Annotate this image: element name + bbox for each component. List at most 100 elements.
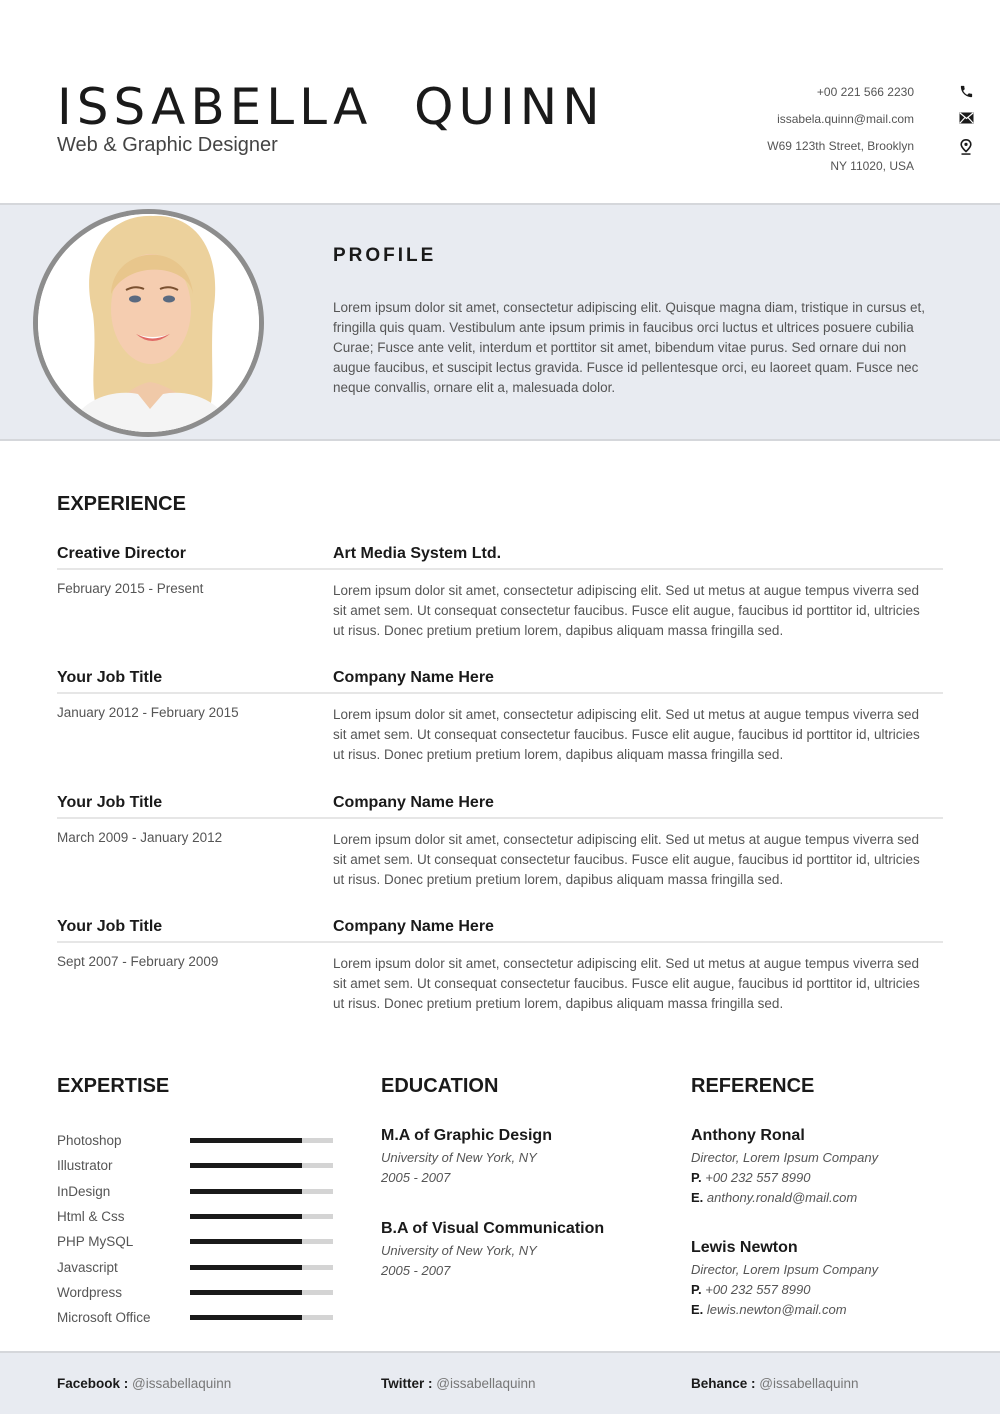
social-label: Twitter :	[381, 1376, 433, 1391]
experience-item-header: Your Job Title Company Name Here	[57, 918, 943, 943]
address-line-1: W69 123th Street, Brooklyn	[767, 139, 914, 153]
reference-role: Director, Lorem Ipsum Company	[691, 1262, 879, 1277]
experience-item-header: Your Job Title Company Name Here	[57, 669, 943, 694]
skill-name: InDesign	[57, 1183, 111, 1199]
skill-item: PHP MySQL	[57, 1229, 337, 1254]
map-pin-icon	[958, 138, 974, 156]
reference-phone-value[interactable]: +00 232 557 8990	[705, 1282, 810, 1297]
skill-bar	[190, 1163, 333, 1169]
skill-bar-fill	[190, 1289, 302, 1295]
skill-bar	[190, 1264, 333, 1270]
job-dates: Sept 2007 - February 2009	[57, 954, 219, 969]
degree: M.A of Graphic Design	[381, 1127, 552, 1144]
social-behance[interactable]: Behance : @issabellaquinn	[691, 1376, 859, 1391]
skill-bar	[190, 1214, 333, 1220]
skill-bar	[190, 1315, 333, 1321]
reference-phone: P. +00 232 557 8990	[691, 1280, 971, 1300]
skill-bar-fill	[190, 1315, 302, 1321]
social-twitter[interactable]: Twitter : @issabellaquinn	[381, 1376, 536, 1391]
job-title: Creative Director	[57, 545, 186, 562]
social-facebook[interactable]: Facebook : @issabellaquinn	[57, 1376, 231, 1391]
phone-label: P.	[691, 1282, 702, 1297]
skill-name: PHP MySQL	[57, 1234, 134, 1250]
job-description: Lorem ipsum dolor sit amet, consectetur …	[333, 707, 920, 762]
social-handle[interactable]: @issabellaquinn	[436, 1376, 535, 1391]
reference-item: Lewis Newton Director, Lorem Ipsum Compa…	[691, 1239, 971, 1320]
email-text[interactable]: issabela.quinn@mail.com	[777, 109, 914, 129]
skill-name: Javascript	[57, 1259, 118, 1275]
skill-name: Wordpress	[57, 1284, 123, 1300]
education-years: 2005 - 2007	[381, 1263, 451, 1278]
skill-bar-fill	[190, 1239, 302, 1245]
social-handle[interactable]: @issabellaquinn	[759, 1376, 858, 1391]
address-text: W69 123th Street, Brooklyn NY 11020, USA	[767, 136, 914, 176]
skill-item: Html & Css	[57, 1204, 337, 1229]
phone-text[interactable]: +00 221 566 2230	[817, 82, 914, 102]
candidate-name: ISSABELLA QUINN	[57, 78, 605, 136]
education-heading: EDUCATION	[381, 1075, 499, 1097]
portrait-illustration	[38, 214, 259, 432]
job-description: Lorem ipsum dolor sit amet, consectetur …	[333, 956, 920, 1011]
reference-name: Anthony Ronal	[691, 1127, 805, 1144]
reference-role: Director, Lorem Ipsum Company	[691, 1150, 879, 1165]
skill-item: InDesign	[57, 1179, 337, 1204]
skills-list: Photoshop Illustrator InDesign Html & Cs…	[57, 1128, 337, 1330]
skill-name: Microsoft Office	[57, 1310, 151, 1326]
skill-item: Photoshop	[57, 1128, 337, 1153]
skill-name: Html & Css	[57, 1209, 125, 1225]
experience-item: Your Job Title Company Name Here January…	[57, 669, 943, 765]
contact-email: issabela.quinn@mail.com	[624, 109, 973, 129]
reference-email: E. anthony.ronald@mail.com	[691, 1188, 971, 1208]
company-name: Art Media System Ltd.	[333, 545, 502, 562]
reference-phone: P. +00 232 557 8990	[691, 1168, 971, 1188]
skill-item: Illustrator	[57, 1153, 337, 1178]
job-title: Your Job Title	[57, 794, 163, 811]
social-footer: Facebook : @issabellaquinn Twitter : @is…	[0, 1351, 1000, 1414]
contact-address: W69 123th Street, Brooklyn NY 11020, USA	[624, 136, 972, 176]
skill-bar	[190, 1239, 333, 1245]
profile-photo	[33, 209, 264, 437]
job-description: Lorem ipsum dolor sit amet, consectetur …	[333, 583, 920, 638]
email-label: E.	[691, 1190, 704, 1205]
skill-item: Wordpress	[57, 1280, 337, 1305]
experience-item-header: Creative Director Art Media System Ltd.	[57, 545, 943, 570]
skill-bar	[190, 1138, 333, 1144]
education-years: 2005 - 2007	[381, 1170, 451, 1185]
company-name: Company Name Here	[333, 669, 494, 686]
reference-email: E. lewis.newton@mail.com	[691, 1300, 971, 1320]
reference-name: Lewis Newton	[691, 1239, 798, 1256]
skill-bar	[190, 1188, 333, 1194]
company-name: Company Name Here	[333, 918, 494, 935]
social-label: Behance :	[691, 1376, 756, 1391]
reference-email-value[interactable]: anthony.ronald@mail.com	[707, 1190, 857, 1205]
social-handle[interactable]: @issabellaquinn	[132, 1376, 231, 1391]
skill-bar-fill	[190, 1188, 302, 1194]
school: University of New York, NY	[381, 1243, 537, 1258]
skill-bar-fill	[190, 1138, 302, 1144]
experience-item: Your Job Title Company Name Here March 2…	[57, 794, 943, 890]
skill-name: Illustrator	[57, 1158, 113, 1174]
job-description: Lorem ipsum dolor sit amet, consectetur …	[333, 832, 920, 887]
reference-item: Anthony Ronal Director, Lorem Ipsum Comp…	[691, 1127, 971, 1208]
candidate-title: Web & Graphic Designer	[57, 134, 278, 156]
contact-phone: +00 221 566 2230	[624, 82, 972, 102]
education-item: B.A of Visual Communication University o…	[381, 1220, 661, 1281]
reference-email-value[interactable]: lewis.newton@mail.com	[707, 1302, 847, 1317]
skill-name: Photoshop	[57, 1133, 122, 1149]
profile-summary: Lorem ipsum dolor sit amet, consectetur …	[333, 300, 926, 395]
skill-bar	[190, 1289, 333, 1295]
skill-bar-fill	[190, 1264, 302, 1270]
reference-phone-value[interactable]: +00 232 557 8990	[705, 1170, 810, 1185]
experience-heading: EXPERIENCE	[57, 493, 186, 515]
email-label: E.	[691, 1302, 704, 1317]
reference-heading: REFERENCE	[691, 1075, 815, 1097]
social-label: Facebook :	[57, 1376, 129, 1391]
education-item: M.A of Graphic Design University of New …	[381, 1127, 661, 1188]
skill-item: Microsoft Office	[57, 1305, 337, 1330]
skill-bar-fill	[190, 1214, 302, 1220]
skill-bar-fill	[190, 1163, 302, 1169]
job-dates: February 2015 - Present	[57, 581, 204, 596]
phone-label: P.	[691, 1170, 702, 1185]
phone-icon	[958, 82, 974, 100]
envelope-icon	[958, 109, 974, 127]
